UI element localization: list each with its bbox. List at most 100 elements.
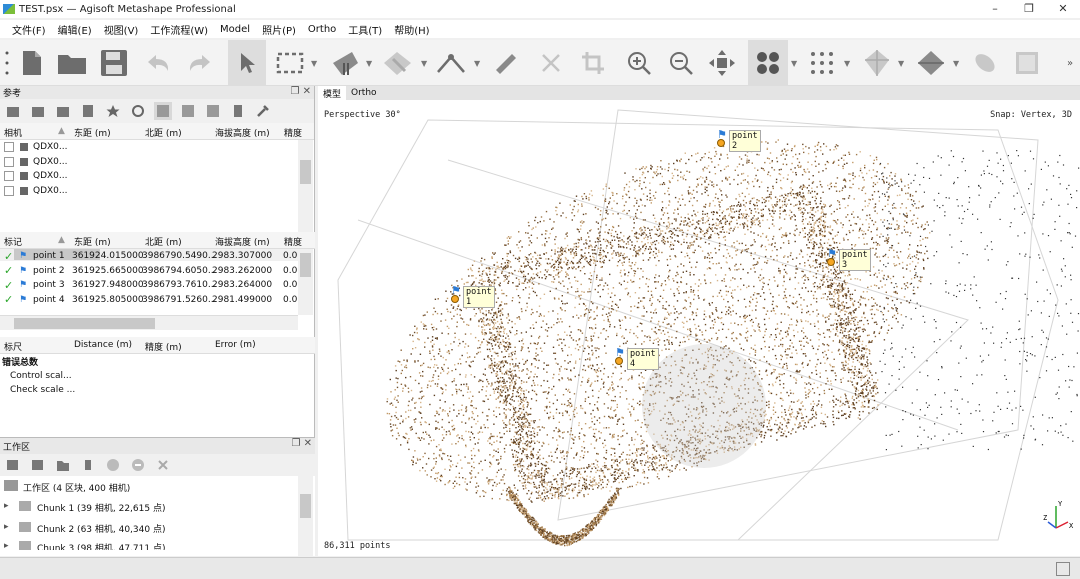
table-row[interactable]: ✓ ⚑ point 3 361927.948000 3986793.7610..… [0, 278, 315, 293]
mesh-view-icon[interactable] [858, 40, 896, 86]
navigation-cursor-icon[interactable] [228, 40, 266, 86]
texture-view-icon[interactable] [912, 40, 950, 86]
model-viewport[interactable]: 模型 Ortho Perspective 30° Snap: Vertex, 3… [318, 86, 1080, 556]
move-object-icon[interactable] [704, 40, 740, 86]
table-row[interactable]: QDX0... [0, 184, 314, 199]
open-folder-icon[interactable] [54, 40, 90, 86]
col-alt[interactable]: 海拔高度 (m) [215, 235, 270, 248]
view-source-icon[interactable] [154, 102, 172, 120]
table-row[interactable]: QDX0... [0, 140, 314, 155]
menu-model[interactable]: Model [220, 24, 250, 35]
zoom-in-icon[interactable] [622, 40, 656, 86]
col-scalebar[interactable]: 标尺 [4, 340, 22, 353]
check-icon[interactable]: ✓ [4, 250, 13, 263]
col-east[interactable]: 东距 (m) [74, 235, 111, 248]
clear-reference-icon[interactable] [54, 102, 72, 120]
point-cloud-canvas[interactable] [318, 100, 1080, 556]
point-cloud-view-icon[interactable] [748, 40, 788, 86]
check-icon[interactable]: ✓ [4, 279, 13, 292]
add-folder-icon[interactable] [54, 456, 72, 474]
polygon-selection-icon[interactable] [378, 40, 418, 86]
markers-v-scrollbar[interactable] [298, 249, 313, 315]
col-accuracy[interactable]: 精度 [284, 126, 302, 139]
list-item[interactable]: 错误总数 [0, 354, 315, 369]
maximize-button[interactable]: ❐ [1012, 0, 1046, 18]
workspace-v-scrollbar[interactable] [298, 476, 313, 557]
col-east[interactable]: 东距 (m) [74, 126, 111, 139]
menu-edit[interactable]: 编辑(E) [58, 22, 92, 37]
menu-tools[interactable]: 工具(T) [348, 22, 382, 37]
expand-icon[interactable]: ▸ [4, 501, 9, 511]
tiled-model-icon[interactable] [966, 40, 1004, 86]
undo-icon[interactable] [142, 40, 174, 86]
panel-float-close-icon[interactable]: ❐ ✕ [291, 438, 312, 449]
col-accuracy[interactable]: 精度 [284, 235, 302, 248]
col-distance[interactable]: Distance (m) [74, 340, 132, 350]
dense-cloud-view-icon[interactable] [804, 40, 840, 86]
camera-checkbox[interactable] [4, 171, 14, 182]
calculator-icon[interactable] [79, 102, 97, 120]
new-document-icon[interactable] [16, 40, 48, 86]
toolbar-grip-icon[interactable] [3, 40, 11, 86]
expand-icon[interactable]: ▸ [4, 522, 9, 532]
list-item[interactable]: Check scale ... [0, 383, 315, 398]
tab-ortho[interactable]: Ortho [346, 87, 382, 99]
remove-icon[interactable] [154, 456, 172, 474]
chunk-item[interactable]: ▸ Chunk 1 (39 相机, 22,615 点) [0, 496, 315, 517]
table-row[interactable]: QDX0... [0, 155, 314, 170]
settings-icon[interactable] [254, 102, 272, 120]
menu-workflow[interactable]: 工作流程(W) [150, 22, 208, 37]
view-errors-icon[interactable] [204, 102, 222, 120]
view-estimated-icon[interactable] [179, 102, 197, 120]
menu-file[interactable]: 文件(F) [12, 22, 46, 37]
remove-item-icon[interactable] [79, 456, 97, 474]
resize-grip-icon[interactable] [1056, 562, 1070, 576]
col-north[interactable]: 北距 (m) [145, 126, 182, 139]
chunk-item[interactable]: ▸ Chunk 2 (63 相机, 40,340 点) [0, 517, 315, 538]
ruler-icon[interactable] [488, 40, 522, 86]
chunk-item[interactable]: ▸ Chunk 3 (98 相机, 47,711 点) [0, 538, 315, 550]
delete-icon[interactable] [534, 40, 568, 86]
tab-model[interactable]: 模型 [318, 86, 347, 101]
camera-checkbox[interactable] [4, 156, 14, 167]
table-row[interactable]: ✓ ⚑ point 2 361925.665000 3986794.6050..… [0, 264, 315, 279]
import-reference-icon[interactable] [4, 102, 22, 120]
orthomosaic-icon[interactable] [1010, 40, 1044, 86]
menu-ortho[interactable]: Ortho [308, 24, 336, 35]
disable-icon[interactable] [129, 456, 147, 474]
view-variance-icon[interactable] [229, 102, 247, 120]
list-item[interactable]: Control scal... [0, 369, 315, 384]
zoom-out-icon[interactable] [664, 40, 698, 86]
markers-h-scrollbar[interactable] [0, 315, 298, 330]
add-chunk-icon[interactable] [4, 456, 22, 474]
save-icon[interactable] [96, 40, 132, 86]
enable-icon[interactable] [104, 456, 122, 474]
table-row[interactable]: QDX0... [0, 169, 314, 184]
camera-checkbox[interactable] [4, 142, 14, 153]
crop-icon[interactable] [576, 40, 610, 86]
camera-checkbox[interactable] [4, 185, 14, 196]
update-transform-icon[interactable] [129, 102, 147, 120]
expand-icon[interactable]: ▸ [4, 541, 9, 550]
workspace-root[interactable]: 工作区 (4 区块, 400 相机) [0, 476, 315, 496]
check-icon[interactable]: ✓ [4, 264, 13, 277]
col-scale-accuracy[interactable]: 精度 (m) [145, 340, 182, 353]
col-camera[interactable]: 相机 [4, 126, 22, 139]
close-button[interactable]: ✕ [1046, 0, 1080, 18]
check-icon[interactable]: ✓ [4, 293, 13, 306]
panel-float-close-icon[interactable]: ❐ ✕ [290, 86, 311, 97]
menu-photo[interactable]: 照片(P) [262, 22, 296, 37]
menu-view[interactable]: 视图(V) [104, 22, 139, 37]
star-icon[interactable] [104, 102, 122, 120]
minimize-button[interactable]: – [978, 0, 1012, 18]
table-row[interactable]: ✓ ⚑ point 1 361924.015000 3986790.5490..… [0, 249, 315, 264]
export-reference-icon[interactable] [29, 102, 47, 120]
ruler-line-icon[interactable] [432, 40, 470, 86]
col-error[interactable]: Error (m) [215, 340, 256, 350]
table-row[interactable]: ✓ ⚑ point 4 361925.805000 3986791.5260..… [0, 293, 315, 308]
toolbar-overflow-icon[interactable]: » [1062, 40, 1078, 86]
cameras-v-scrollbar[interactable] [298, 140, 313, 246]
col-alt[interactable]: 海拔高度 (m) [215, 126, 270, 139]
menu-help[interactable]: 帮助(H) [394, 22, 429, 37]
add-photos-icon[interactable] [29, 456, 47, 474]
